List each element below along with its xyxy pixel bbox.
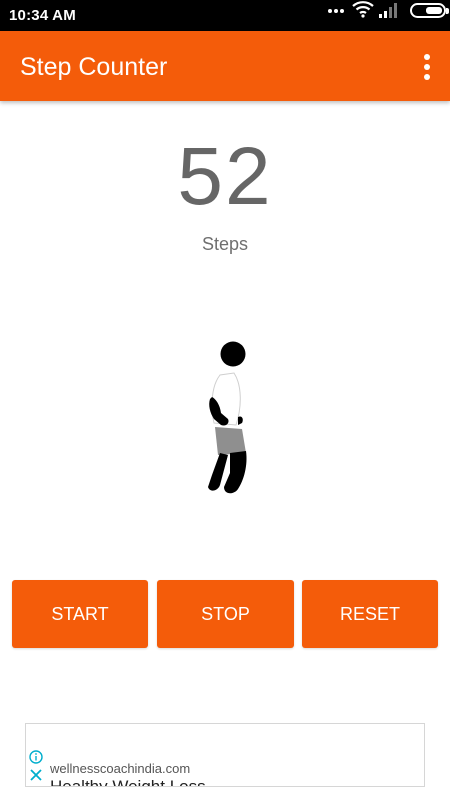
battery-icon [410, 3, 449, 18]
step-count-label: Steps [201, 234, 249, 254]
start-button[interactable]: START [12, 580, 148, 648]
reset-button[interactable]: RESET [302, 580, 438, 648]
wifi-icon [352, 1, 374, 18]
ad-headline[interactable]: Healthy Weight Loss [50, 777, 206, 786]
signal-icon [379, 3, 397, 18]
close-icon[interactable] [30, 769, 42, 781]
walking-person-icon [208, 341, 247, 494]
stop-button[interactable]: STOP [157, 580, 294, 648]
app-title: Step Counter [20, 53, 168, 81]
ad-domain[interactable]: wellnesscoachindia.com [50, 761, 190, 776]
step-count-value: 52 [177, 131, 273, 222]
app-bar: Step Counter [0, 31, 450, 101]
info-icon[interactable] [29, 750, 43, 764]
overflow-menu-icon[interactable] [422, 54, 432, 80]
status-time: 10:34 AM [9, 7, 76, 24]
ad-banner[interactable]: wellnesscoachindia.com Healthy Weight Lo… [25, 723, 425, 787]
more-dots-icon [328, 8, 344, 14]
status-bar: 10:34 AM [0, 0, 450, 31]
